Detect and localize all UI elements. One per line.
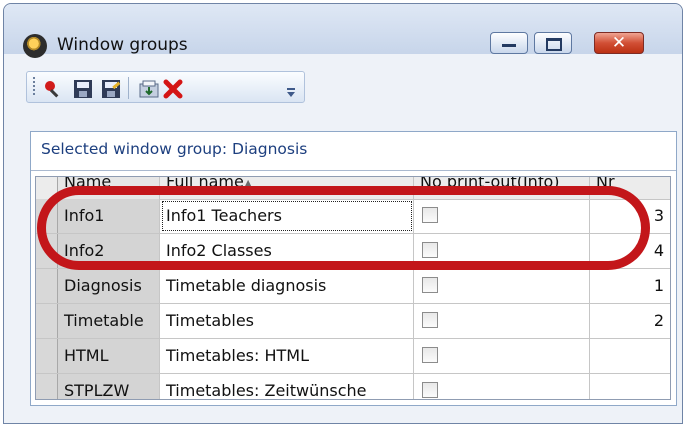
cell-nr[interactable]: 3 [590, 199, 670, 233]
cell-full-name[interactable]: Info2 Classes [160, 234, 414, 268]
column-header-no-printout[interactable]: No print-out(Info) [414, 177, 590, 199]
cell-name[interactable]: HTML [58, 339, 160, 373]
save-icon[interactable] [73, 79, 93, 99]
search-icon[interactable] [43, 79, 63, 99]
no-printout-checkbox[interactable] [422, 312, 438, 328]
cell-name[interactable]: Diagnosis [58, 269, 160, 303]
cell-no-printout[interactable] [414, 269, 590, 303]
no-printout-checkbox[interactable] [422, 242, 438, 258]
sort-ascending-icon: ▲ [243, 177, 253, 190]
cell-no-printout[interactable] [414, 374, 590, 399]
panel-divider [31, 170, 676, 171]
row-selector[interactable] [36, 374, 58, 399]
no-printout-checkbox[interactable] [422, 207, 438, 223]
import-icon[interactable] [139, 79, 159, 99]
selected-group-label: Selected window group: Diagnosis [41, 140, 308, 158]
column-header-nr[interactable]: Nr [590, 177, 670, 199]
window-groups-dialog: Window groups ✕ Selected window group: D… [3, 3, 683, 424]
row-selector[interactable] [36, 269, 58, 303]
cell-nr[interactable]: 1 [590, 269, 670, 303]
cell-no-printout[interactable] [414, 199, 590, 233]
minimize-button[interactable] [490, 32, 528, 54]
overflow-chevron-icon[interactable] [284, 80, 298, 100]
column-header-name[interactable]: Name [58, 177, 160, 199]
cell-name[interactable]: Timetable [58, 304, 160, 338]
close-button[interactable]: ✕ [594, 32, 644, 54]
cell-nr[interactable] [590, 339, 670, 373]
toolbar [26, 71, 305, 103]
cell-name[interactable]: STPLZW [58, 374, 160, 399]
no-printout-checkbox[interactable] [422, 277, 438, 293]
grid-header-row: Name Full name▲ No print-out(Info) Nr [36, 176, 670, 200]
no-printout-checkbox[interactable] [422, 382, 438, 398]
cell-no-printout[interactable] [414, 304, 590, 338]
table-row[interactable]: HTML Timetables: HTML [36, 339, 670, 374]
cell-full-name[interactable]: Timetables: HTML [160, 339, 414, 373]
cell-name[interactable]: Info1 [58, 199, 160, 233]
cell-full-name[interactable]: Timetables [160, 304, 414, 338]
row-selector[interactable] [36, 304, 58, 338]
table-row[interactable]: Info2 Info2 Classes 4 [36, 234, 670, 269]
cell-full-name[interactable]: Timetables: Zeitwünsche [160, 374, 414, 399]
table-row[interactable]: Diagnosis Timetable diagnosis 1 [36, 269, 670, 304]
delete-icon[interactable] [163, 79, 183, 99]
title-bar[interactable]: Window groups ✕ [4, 4, 682, 58]
toolbar-separator [128, 77, 129, 99]
window-groups-grid: Name Full name▲ No print-out(Info) Nr In… [35, 176, 671, 400]
table-row[interactable]: Timetable Timetables 2 [36, 304, 670, 339]
no-printout-checkbox[interactable] [422, 347, 438, 363]
cell-nr[interactable] [590, 374, 670, 399]
app-icon [23, 34, 47, 58]
cell-no-printout[interactable] [414, 234, 590, 268]
column-header-full-name[interactable]: Full name▲ [160, 176, 414, 199]
cell-nr[interactable]: 4 [590, 234, 670, 268]
save-as-icon[interactable] [101, 79, 121, 99]
row-selector[interactable] [36, 339, 58, 373]
cell-nr[interactable]: 2 [590, 304, 670, 338]
maximize-button[interactable] [534, 32, 572, 54]
table-row[interactable]: STPLZW Timetables: Zeitwünsche [36, 374, 670, 399]
cell-no-printout[interactable] [414, 339, 590, 373]
close-icon: ✕ [611, 33, 627, 53]
row-selector[interactable] [36, 199, 58, 233]
column-header-full-name-label: Full name [166, 176, 244, 191]
window-group-panel: Selected window group: Diagnosis Name Fu… [30, 131, 677, 406]
toolbar-grip[interactable] [33, 77, 35, 97]
table-row[interactable]: Info1 Info1 Teachers 3 [36, 199, 670, 234]
row-header-corner [36, 177, 58, 199]
cell-full-name[interactable]: Info1 Teachers [160, 199, 414, 233]
window-title: Window groups [57, 35, 188, 55]
cell-name[interactable]: Info2 [58, 234, 160, 268]
row-selector[interactable] [36, 234, 58, 268]
cell-full-name[interactable]: Timetable diagnosis [160, 269, 414, 303]
